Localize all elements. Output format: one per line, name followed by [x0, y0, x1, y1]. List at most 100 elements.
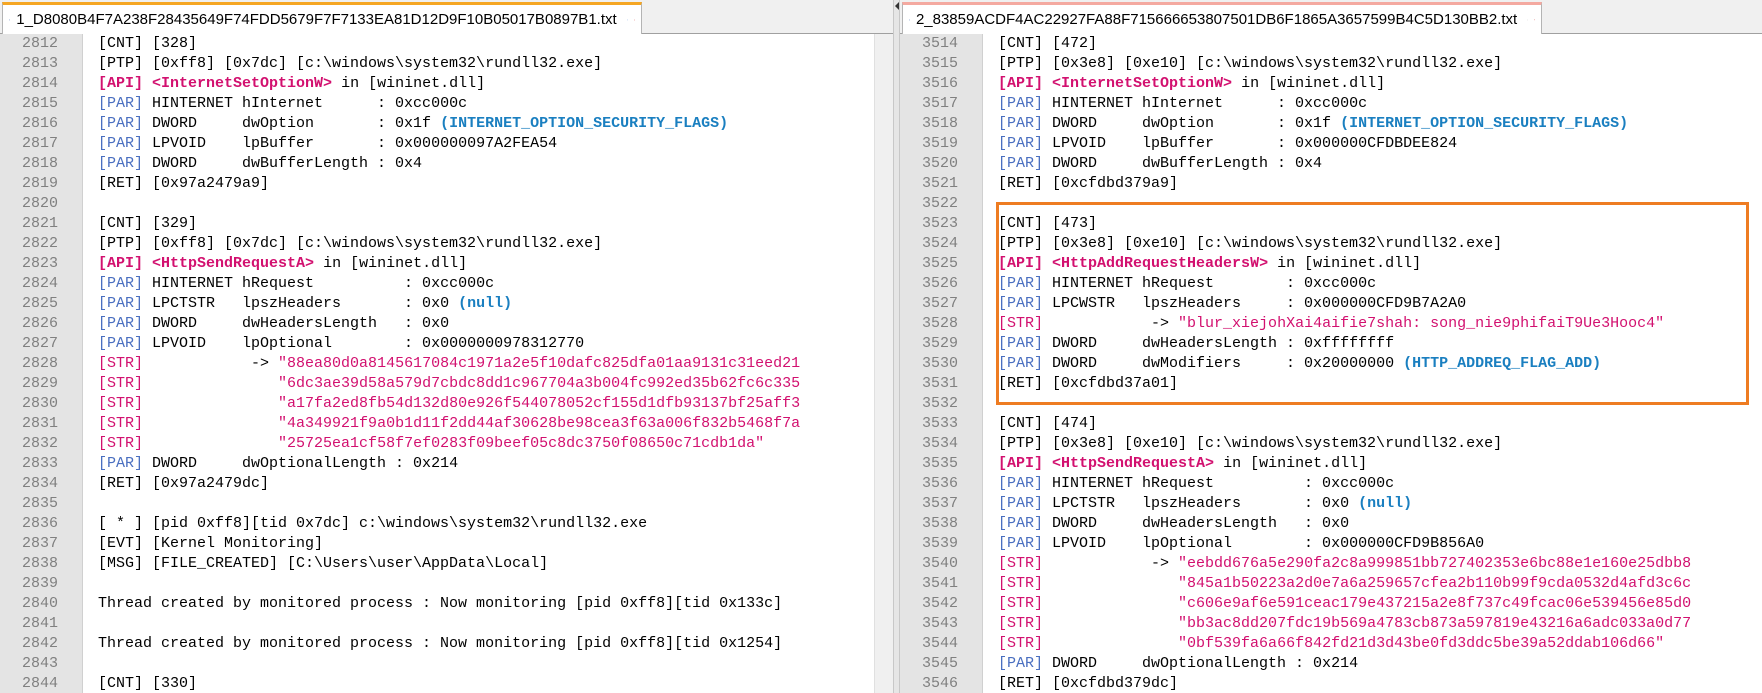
line-text: [CNT] [472] [998, 34, 1097, 54]
left-editor-pane[interactable]: 1_D8080B4F7A238F28435649F74FDD5679F7F713… [0, 0, 893, 693]
code-line[interactable]: 2829 [STR] "6dc3ae39d58a579d7cbdc8dd1c967… [0, 374, 893, 394]
code-line[interactable]: 2820 [0, 194, 893, 214]
split-divider[interactable] [893, 0, 900, 693]
line-text: [PAR] LPVOID lpBuffer : 0x000000097A2FEA… [98, 134, 557, 154]
save-icon [909, 19, 910, 20]
code-line[interactable]: 2816 [PAR] DWORD dwOption : 0x1f (INTERNE… [0, 114, 893, 134]
code-line[interactable]: 2834 [RET] [0x97a2479dc] [0, 474, 893, 494]
code-line[interactable]: 2823 [API] <HttpSendRequestA> in [wininet… [0, 254, 893, 274]
code-line[interactable]: 3515 [PTP] [0x3e8] [0xe10] [c:\windows\sy… [900, 54, 1762, 74]
line-text: [RET] [0x97a2479a9] [98, 174, 269, 194]
code-line[interactable]: 2836 [ * ] [pid 0xff8][tid 0x7dc] c:\wind… [0, 514, 893, 534]
code-line[interactable]: 3514 [CNT] [472] [900, 34, 1762, 54]
code-line[interactable]: 3520 [PAR] DWORD dwBufferLength : 0x4 [900, 154, 1762, 174]
code-line[interactable]: 3532 [900, 394, 1762, 414]
code-line[interactable]: 3534 [PTP] [0x3e8] [0xe10] [c:\windows\sy… [900, 434, 1762, 454]
code-line[interactable]: 2818 [PAR] DWORD dwBufferLength : 0x4 [0, 154, 893, 174]
code-line[interactable]: 3540 [STR] -> "eebdd676a5e290fa2c8a999851… [900, 554, 1762, 574]
code-line[interactable]: 2837 [EVT] [Kernel Monitoring] [0, 534, 893, 554]
code-line[interactable]: 2824 [PAR] HINTERNET hRequest : 0xcc000c [0, 274, 893, 294]
code-line[interactable]: 2839 [0, 574, 893, 594]
code-line[interactable]: 3525 [API] <HttpAddRequestHeadersW> in [w… [900, 254, 1762, 274]
right-file-tab[interactable]: 2_83859ACDF4AC22927FA88F715666653807501D… [902, 2, 1542, 34]
code-line[interactable]: 2819 [RET] [0x97a2479a9] [0, 174, 893, 194]
code-line[interactable]: 2843 [0, 654, 893, 674]
code-line[interactable]: 3527 [PAR] LPCWSTR lpszHeaders : 0x000000… [900, 294, 1762, 314]
left-file-tab[interactable]: 1_D8080B4F7A238F28435649F74FDD5679F7F713… [2, 2, 642, 34]
code-line[interactable]: 3541 [STR] "845a1b50223a2d0e7a6a259657cfe… [900, 574, 1762, 594]
code-line[interactable]: 3539 [PAR] LPVOID lpOptional : 0x000000CF… [900, 534, 1762, 554]
token: LPCTSTR lpszHeaders : 0x0 [143, 295, 459, 312]
code-line[interactable]: 3517 [PAR] HINTERNET hInternet : 0xcc000c [900, 94, 1762, 114]
left-editor[interactable]: 2812 [CNT] [328] 2813 [PTP] [0xff8] [0x7dc]… [0, 34, 893, 693]
code-line[interactable]: 2830 [STR] "a17fa2ed8fb54d132d80e926f5440… [0, 394, 893, 414]
vertical-scrollbar[interactable] [874, 34, 893, 693]
line-text: [PAR] HINTERNET hRequest : 0xcc000c [998, 274, 1376, 294]
line-number: 3546 [921, 675, 958, 692]
code-line[interactable]: 2831 [STR] "4a349921f9a0b1d11f2dd44af3062… [0, 414, 893, 434]
code-line[interactable]: 3542 [STR] "c606e9af6e591ceac179e437215a2… [900, 594, 1762, 614]
token: [ * ] [pid 0xff8][tid 0x7dc] c:\windows\… [98, 515, 648, 532]
code-line[interactable]: 2840 Thread created by monitored process … [0, 594, 893, 614]
line-number: 2843 [21, 655, 58, 672]
code-line[interactable]: 3546 [RET] [0xcfdbd379dc] [900, 674, 1762, 693]
token: [STR] [998, 635, 1044, 652]
code-line[interactable]: 2838 [MSG] [FILE_CREATED] [C:\Users\user\… [0, 554, 893, 574]
code-line[interactable]: 2826 [PAR] DWORD dwHeadersLength : 0x0 [0, 314, 893, 334]
close-icon[interactable] [1534, 13, 1535, 27]
code-line[interactable]: 2842 Thread created by monitored process … [0, 634, 893, 654]
code-line[interactable]: 2822 [PTP] [0xff8] [0x7dc] [c:\windows\sy… [0, 234, 893, 254]
code-line[interactable]: 3528 [STR] -> "blur_xiejohXai4aifie7shah:… [900, 314, 1762, 334]
line-text: [PAR] DWORD dwHeadersLength : 0x0 [98, 314, 449, 334]
code-line[interactable]: 3524 [PTP] [0x3e8] [0xe10] [c:\windows\sy… [900, 234, 1762, 254]
code-line[interactable]: 2825 [PAR] LPCTSTR lpszHeaders : 0x0 (nul… [0, 294, 893, 314]
token: (INTERNET_OPTION_SECURITY_FLAGS) [1340, 115, 1629, 132]
token: <InternetSetOptionW> [152, 75, 333, 92]
right-editor-pane[interactable]: 2_83859ACDF4AC22927FA88F715666653807501D… [900, 0, 1762, 693]
line-number: 2832 [21, 435, 58, 452]
code-line[interactable]: 3538 [PAR] DWORD dwHeadersLength : 0x0 [900, 514, 1762, 534]
code-line[interactable]: 2812 [CNT] [328] [0, 34, 893, 54]
code-line[interactable]: 2817 [PAR] LPVOID lpBuffer : 0x000000097A… [0, 134, 893, 154]
code-line[interactable]: 3531 [RET] [0xcfdbd37a01] [900, 374, 1762, 394]
code-line[interactable]: 3536 [PAR] HINTERNET hRequest : 0xcc000c [900, 474, 1762, 494]
code-line[interactable]: 2828 [STR] -> "88ea80d0a8145617084c1971a2… [0, 354, 893, 374]
code-line[interactable]: 3522 [900, 194, 1762, 214]
code-line[interactable]: 2813 [PTP] [0xff8] [0x7dc] [c:\windows\sy… [0, 54, 893, 74]
pin-icon[interactable] [1527, 12, 1529, 28]
code-line[interactable]: 3519 [PAR] LPVOID lpBuffer : 0x000000CFDB… [900, 134, 1762, 154]
code-line[interactable]: 3529 [PAR] DWORD dwHeadersLength : 0xffff… [900, 334, 1762, 354]
code-line[interactable]: 3533 [CNT] [474] [900, 414, 1762, 434]
code-line[interactable]: 2814 [API] <InternetSetOptionW> in [winin… [0, 74, 893, 94]
line-number: 3521 [921, 175, 958, 192]
right-editor[interactable]: 3514 [CNT] [472] 3515 [PTP] [0x3e8] [0xe10]… [900, 34, 1762, 693]
code-line[interactable]: 2832 [STR] "25725ea1cf58f7ef0283f09beef05… [0, 434, 893, 454]
code-line[interactable]: 2844 [CNT] [330] [0, 674, 893, 693]
code-line[interactable]: 2821 [CNT] [329] [0, 214, 893, 234]
code-line[interactable]: 3545 [PAR] DWORD dwOptionalLength : 0x214 [900, 654, 1762, 674]
code-line[interactable]: 3535 [API] <HttpSendRequestA> in [wininet… [900, 454, 1762, 474]
close-icon[interactable] [633, 13, 635, 27]
code-line[interactable]: 2815 [PAR] HINTERNET hInternet : 0xcc000c [0, 94, 893, 114]
code-line[interactable]: 2835 [0, 494, 893, 514]
code-line[interactable]: 2841 [0, 614, 893, 634]
token: [STR] [98, 375, 144, 392]
code-line[interactable]: 3530 [PAR] DWORD dwModifiers : 0x20000000… [900, 354, 1762, 374]
code-line[interactable]: 3523 [CNT] [473] [900, 214, 1762, 234]
token: [PAR] [98, 275, 144, 292]
code-line[interactable]: 2827 [PAR] LPVOID lpOptional : 0x00000009… [0, 334, 893, 354]
collapse-arrow-icon[interactable] [895, 2, 899, 10]
code-line[interactable]: 3516 [API] <InternetSetOptionW> in [winin… [900, 74, 1762, 94]
code-line[interactable]: 3544 [STR] "0bf539fa6a66f842fd21d3d43be0f… [900, 634, 1762, 654]
code-line[interactable]: 3537 [PAR] LPCTSTR lpszHeaders : 0x0 (nul… [900, 494, 1762, 514]
code-line[interactable]: 2833 [PAR] DWORD dwOptionalLength : 0x214 [0, 454, 893, 474]
line-text: [API] <HttpSendRequestA> in [wininet.dll… [98, 254, 467, 274]
code-line[interactable]: 3521 [RET] [0xcfdbd379a9] [900, 174, 1762, 194]
code-line[interactable]: 3518 [PAR] DWORD dwOption : 0x1f (INTERNE… [900, 114, 1762, 134]
pin-icon[interactable] [626, 12, 628, 28]
line-number: 3522 [921, 195, 958, 212]
token: [STR] [998, 615, 1044, 632]
code-line[interactable]: 3543 [STR] "bb3ac8dd207fdc19b569a4783cb87… [900, 614, 1762, 634]
code-line[interactable]: 3526 [PAR] HINTERNET hRequest : 0xcc000c [900, 274, 1762, 294]
